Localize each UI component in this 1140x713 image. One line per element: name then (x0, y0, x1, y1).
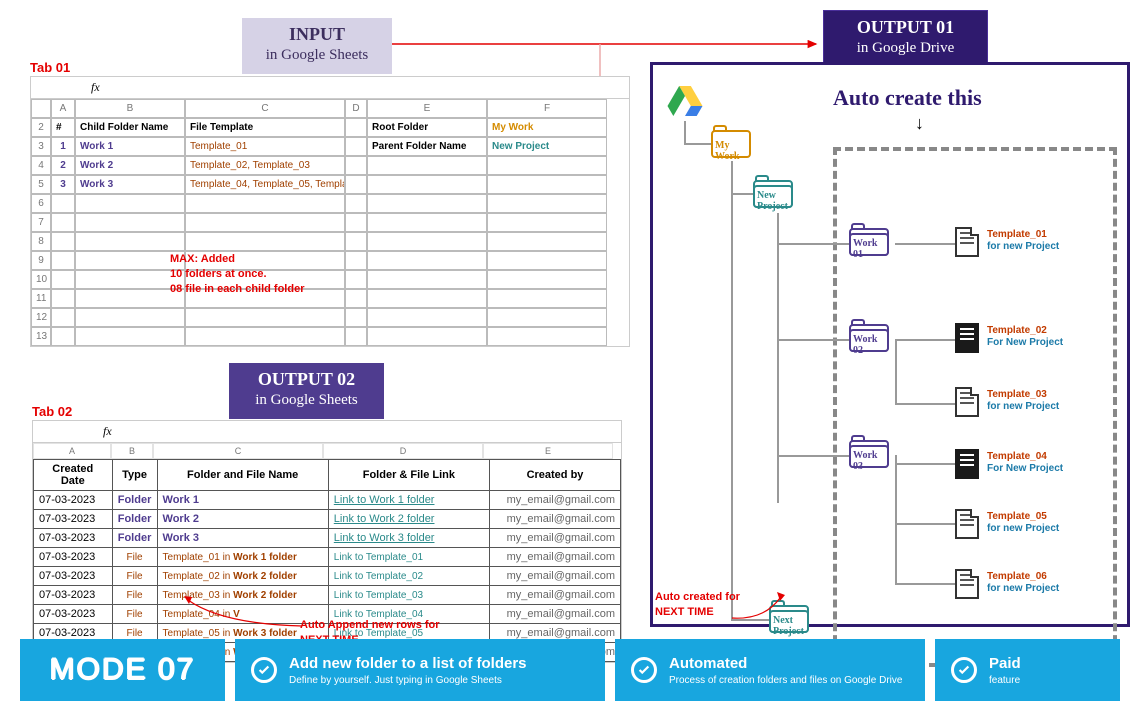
feat2-s: Process of creation folders and files on… (669, 675, 902, 686)
fx-bar[interactable]: fx (31, 77, 629, 99)
feat1-h: Add new folder to a list of folders (289, 655, 527, 672)
check-icon (951, 657, 977, 683)
sheet1: fx ABCDEF2#Child Folder NameFile Templat… (30, 76, 630, 347)
note-max-l2: 10 folders at once. (170, 267, 304, 282)
note-append-l1: Auto Append new rows for (300, 618, 440, 633)
tab02-label: Tab 02 (32, 404, 72, 419)
feat2-h: Automated (669, 655, 902, 672)
down-arrow-icon: ↓ (915, 113, 924, 134)
file-icon (955, 323, 983, 357)
output2-title: OUTPUT 02 (247, 369, 366, 390)
mode-badge: MODE 07 (20, 639, 225, 701)
note-next-l1: Auto created for (655, 590, 740, 605)
output1-subtitle: in Google Drive (842, 40, 969, 57)
google-drive-icon (665, 83, 705, 119)
feat1-s: Define by yourself. Just typing in Googl… (289, 675, 527, 686)
check-icon (631, 657, 657, 683)
file-icon (955, 227, 983, 261)
folder-icon: Work 03 (849, 435, 893, 471)
output1-title: OUTPUT 01 (842, 17, 969, 38)
folder-icon: Work 01 (849, 223, 893, 259)
input-subtitle: in Google Sheets (260, 47, 374, 64)
note-max-l3: 08 file in each child folder (170, 282, 304, 297)
output2-subtitle: in Google Sheets (247, 392, 366, 409)
file-icon (955, 509, 983, 543)
feature-2: Automated Process of creation folders and… (615, 639, 925, 701)
drive-panel: Auto create this ↓ My Work New Project Wor… (650, 62, 1130, 627)
tab01-label: Tab 01 (30, 60, 70, 75)
folder-icon: New Project (753, 175, 797, 211)
input-title: INPUT (260, 24, 374, 45)
feat3-s: feature (989, 675, 1021, 686)
output2-title-box: OUTPUT 02 in Google Sheets (229, 363, 384, 419)
check-icon (251, 657, 277, 683)
feature-1: Add new folder to a list of folders Defin… (235, 639, 605, 701)
file-icon (955, 569, 983, 603)
file-icon (955, 449, 983, 483)
output1-title-box: OUTPUT 01 in Google Drive (823, 10, 988, 68)
fx-bar-2[interactable]: fx (33, 421, 621, 443)
auto-create-title: Auto create this (833, 85, 982, 111)
folder-icon: My Work (711, 125, 755, 161)
input-title-box: INPUT in Google Sheets (242, 18, 392, 74)
feature-3: Paid feature (935, 639, 1120, 701)
file-icon (955, 387, 983, 421)
folder-icon: Work 02 (849, 319, 893, 355)
note-next: Auto created for NEXT TIME (655, 590, 740, 620)
folder-icon: Next Project (769, 600, 813, 636)
footer-bar: MODE 07 Add new folder to a list of fold… (20, 639, 1120, 701)
feat3-h: Paid (989, 655, 1021, 672)
note-next-l2: NEXT TIME (655, 605, 740, 620)
note-max: MAX: Added 10 folders at once. 08 file i… (170, 252, 304, 297)
note-max-l1: MAX: Added (170, 252, 304, 267)
